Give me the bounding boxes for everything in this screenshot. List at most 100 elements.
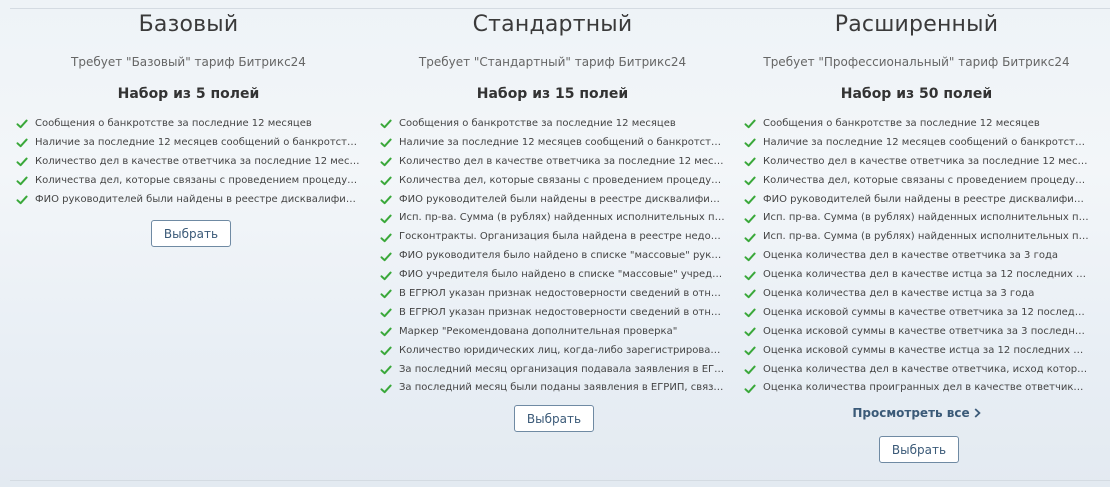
feature-label: Сообщения о банкротстве за последние 12 … [763, 118, 1040, 129]
check-icon [380, 175, 392, 187]
check-icon [380, 326, 392, 338]
feature-item: Оценка количества дел в качестве ответчи… [744, 247, 1089, 266]
check-icon [744, 364, 756, 376]
pricing-plans: Базовый Требует "Базовый" тариф Битрикс2… [0, 0, 1110, 487]
check-icon [16, 175, 28, 187]
plan-title: Базовый [138, 12, 239, 37]
feature-item: Наличие за последние 12 месяцев сообщени… [744, 134, 1089, 153]
feature-item: Оценка количества дел в качестве истца з… [744, 266, 1089, 285]
feature-label: Исп. пр-ва. Сумма (в рублях) найденных и… [399, 212, 725, 224]
feature-item: В ЕГРЮЛ указан признак недостоверности с… [380, 285, 725, 304]
feature-item: ФИО учредителя было найдено в списке "ма… [380, 266, 725, 285]
feature-item: Количество дел в качестве ответчика за п… [16, 153, 361, 172]
feature-label: За последний месяц были поданы заявления… [399, 382, 725, 394]
bottom-divider [10, 480, 1110, 481]
feature-item: Оценка количества дел в качестве истца з… [744, 285, 1089, 304]
feature-item: Госконтракты. Организация была найдена в… [380, 228, 725, 247]
feature-item: Сообщения о банкротстве за последние 12 … [16, 115, 361, 134]
feature-item: Количества дел, которые связаны с провед… [380, 172, 725, 191]
view-all-link[interactable]: Просмотреть все [744, 406, 1089, 420]
feature-label: Количество дел в качестве ответчика за п… [35, 155, 361, 167]
plan-field-count: Набор из 50 полей [840, 86, 993, 102]
feature-item: ФИО руководителей были найдены в реестре… [744, 191, 1089, 210]
check-icon [16, 137, 28, 149]
feature-list: Сообщения о банкротстве за последние 12 … [744, 115, 1089, 398]
check-icon [380, 307, 392, 319]
check-icon [16, 156, 28, 168]
plan-title: Расширенный [834, 12, 999, 37]
check-icon [744, 326, 756, 338]
check-icon [744, 194, 756, 206]
check-icon [744, 288, 756, 300]
feature-label: Оценка исковой суммы в качестве истца за… [763, 344, 1089, 356]
feature-item: За последний месяц организация подавала … [380, 361, 725, 380]
feature-label: Оценка количества дел в качестве истца з… [763, 269, 1089, 281]
check-icon [380, 118, 392, 130]
feature-label: Оценка количества проигранных дел в каче… [763, 382, 1089, 394]
check-icon [380, 194, 392, 206]
check-icon [744, 383, 756, 395]
plan-field-count: Набор из 5 полей [117, 86, 260, 102]
check-icon [744, 345, 756, 357]
feature-label: ФИО руководителей были найдены в реестре… [35, 193, 361, 205]
feature-item: Количество дел в качестве ответчика за п… [744, 153, 1089, 172]
select-standard-button[interactable]: Выбрать [514, 405, 594, 432]
feature-item: Наличие за последние 12 месяцев сообщени… [380, 134, 725, 153]
plan-title: Стандартный [472, 12, 633, 37]
feature-label: Наличие за последние 12 месяцев сообщени… [763, 136, 1089, 148]
check-icon [16, 194, 28, 206]
feature-list: Сообщения о банкротстве за последние 12 … [16, 115, 361, 209]
check-icon [744, 232, 756, 244]
feature-label: За последний месяц организация подавала … [399, 363, 725, 375]
check-icon [744, 213, 756, 225]
feature-item: Сообщения о банкротстве за последние 12 … [380, 115, 725, 134]
feature-label: Маркер "Рекомендована дополнительная про… [399, 325, 678, 337]
check-icon [744, 307, 756, 319]
view-all-label: Просмотреть все [852, 406, 970, 420]
feature-item: За последний месяц были поданы заявления… [380, 379, 725, 398]
plan-requirement: Требует "Базовый" тариф Битрикс24 [71, 55, 306, 69]
feature-label: Количества дел, которые связаны с провед… [763, 174, 1089, 186]
check-icon [744, 251, 756, 263]
feature-item: Оценка количества проигранных дел в каче… [744, 379, 1089, 398]
feature-item: В ЕГРЮЛ указан признак недостоверности с… [380, 304, 725, 323]
feature-label: ФИО учредителя было найдено в списке "ма… [399, 269, 725, 281]
select-basic-button[interactable]: Выбрать [151, 220, 231, 247]
feature-label: Количества дел, которые связаны с провед… [399, 174, 725, 186]
select-extended-button[interactable]: Выбрать [879, 436, 959, 463]
feature-item: ФИО руководителей были найдены в реестре… [16, 191, 361, 210]
check-icon [380, 364, 392, 376]
check-icon [380, 213, 392, 225]
check-icon [744, 156, 756, 168]
feature-label: ФИО руководителя было найдено в списке "… [399, 250, 725, 262]
feature-label: Наличие за последние 12 месяцев сообщени… [399, 136, 725, 148]
feature-label: Оценка количества дел в качестве ответчи… [763, 250, 1058, 262]
plan-requirement: Требует "Стандартный" тариф Битрикс24 [418, 55, 687, 69]
check-icon [380, 383, 392, 395]
feature-label: Количество юридических лиц, когда-либо з… [399, 344, 725, 356]
check-icon [380, 270, 392, 282]
check-icon [380, 288, 392, 300]
feature-label: Оценка количества дел в качестве ответчи… [763, 363, 1089, 375]
feature-item: Количество юридических лиц, когда-либо з… [380, 342, 725, 361]
feature-item: Оценка исковой суммы в качестве ответчик… [744, 304, 1089, 323]
feature-item: Сообщения о банкротстве за последние 12 … [744, 115, 1089, 134]
feature-label: В ЕГРЮЛ указан признак недостоверности с… [399, 288, 725, 300]
feature-item: Исп. пр-ва. Сумма (в рублях) найденных и… [744, 209, 1089, 228]
feature-item: Количества дел, которые связаны с провед… [744, 172, 1089, 191]
check-icon [380, 251, 392, 263]
feature-label: Наличие за последние 12 месяцев сообщени… [35, 136, 361, 148]
feature-label: В ЕГРЮЛ указан признак недостоверности с… [399, 306, 725, 318]
feature-label: Сообщения о банкротстве за последние 12 … [399, 118, 676, 129]
feature-item: ФИО руководителей были найдены в реестре… [380, 191, 725, 210]
feature-label: Количество дел в качестве ответчика за п… [763, 155, 1089, 167]
feature-item: Оценка количества дел в качестве ответчи… [744, 361, 1089, 380]
check-icon [744, 137, 756, 149]
feature-label: Оценка исковой суммы в качестве ответчик… [763, 306, 1089, 318]
check-icon [380, 345, 392, 357]
feature-label: Госконтракты. Организация была найдена в… [399, 231, 725, 243]
check-icon [744, 118, 756, 130]
feature-item: ФИО руководителя было найдено в списке "… [380, 247, 725, 266]
feature-label: Количество дел в качестве ответчика за п… [399, 155, 725, 167]
feature-item: Оценка исковой суммы в качестве ответчик… [744, 323, 1089, 342]
